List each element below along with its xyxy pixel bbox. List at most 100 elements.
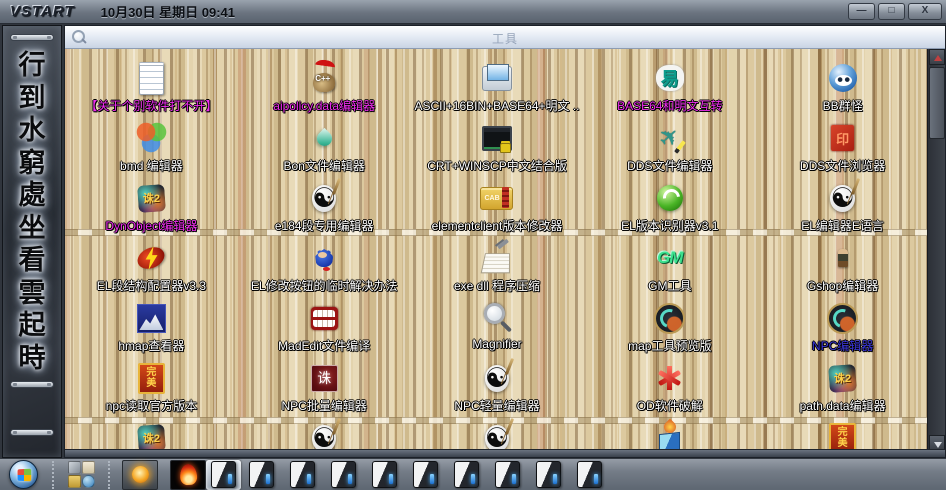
cpp-helmet-icon bbox=[306, 60, 342, 96]
app-item[interactable]: NPC编辑器 bbox=[756, 297, 929, 357]
poem-char: 到 bbox=[19, 83, 46, 116]
taskbar-item-fire-character-app[interactable] bbox=[158, 460, 206, 490]
app-label: e184段专用编辑器 bbox=[275, 217, 374, 234]
app-item[interactable]: hmap查看器 bbox=[65, 297, 238, 357]
red-seal-icon bbox=[825, 120, 861, 156]
sidebar-slider-bottom[interactable] bbox=[10, 429, 54, 436]
zhuxian2-icon bbox=[133, 420, 169, 451]
app-item[interactable]: e184段专用编辑器 bbox=[238, 177, 411, 237]
app-item-partial[interactable] bbox=[583, 417, 756, 451]
quick-launch-icon-2[interactable] bbox=[82, 461, 95, 474]
pc-case-icon bbox=[577, 461, 602, 488]
app-item[interactable]: NPC批量编辑器 bbox=[238, 357, 411, 417]
app-label: path.data编辑器 bbox=[800, 397, 886, 414]
taichi-sword-icon bbox=[306, 180, 342, 216]
pc-case-icon bbox=[454, 461, 479, 488]
app-item-partial[interactable] bbox=[65, 417, 238, 451]
gold-seal-icon bbox=[825, 420, 861, 451]
taichi-sword-icon bbox=[306, 420, 342, 451]
app-item[interactable]: EL编辑器E语言 bbox=[756, 177, 929, 237]
flash-icon bbox=[133, 240, 169, 276]
app-item[interactable]: BASE64和明文互转 bbox=[583, 57, 756, 117]
vertical-scrollbar[interactable] bbox=[927, 49, 945, 451]
app-item[interactable]: OD软件破解 bbox=[583, 357, 756, 417]
taskbar-item-pc-case-app-3[interactable] bbox=[282, 460, 323, 490]
app-item[interactable]: NPC轻量编辑器 bbox=[411, 357, 584, 417]
app-item[interactable]: path.data编辑器 bbox=[756, 357, 929, 417]
app-label: aipolicy.data编辑器 bbox=[273, 97, 375, 114]
app-item[interactable]: Gshop编辑器 bbox=[756, 237, 929, 297]
tools-title: 工具 bbox=[65, 30, 945, 47]
taskbar-item-sun-app[interactable] bbox=[110, 460, 158, 490]
app-item[interactable]: Magnifier bbox=[411, 297, 584, 357]
taskbar-item-windows-start[interactable] bbox=[0, 460, 38, 490]
vstart-logo: VSTART bbox=[10, 3, 75, 20]
icon-grid: 【关于个别软件打不开】 aipolicy.data编辑器 ASCII+16BIN+B… bbox=[65, 49, 929, 451]
scroll-thumb[interactable] bbox=[929, 67, 945, 139]
app-item[interactable]: bmd 编辑器 bbox=[65, 117, 238, 177]
app-item[interactable]: 【关于个别软件打不开】 bbox=[65, 57, 238, 117]
app-item[interactable]: CRT+WINSCP中文结合版 bbox=[411, 117, 584, 177]
panel-bottom-frame bbox=[65, 449, 945, 457]
app-label: NPC轻量编辑器 bbox=[454, 397, 539, 414]
taskbar-item-quick-launch[interactable] bbox=[38, 460, 110, 490]
taskbar-item-pc-case-app-9[interactable] bbox=[528, 460, 569, 490]
taskbar-item-pc-case-app-8[interactable] bbox=[487, 460, 528, 490]
minimize-button[interactable]: — bbox=[848, 3, 875, 20]
pc-case-icon bbox=[249, 461, 274, 488]
cab-archive-icon bbox=[479, 180, 515, 216]
app-item[interactable]: DDS文件浏览器 bbox=[756, 117, 929, 177]
app-item[interactable]: npc读取官方版本 bbox=[65, 357, 238, 417]
taskbar-item-pc-case-app-5[interactable] bbox=[364, 460, 405, 490]
app-item[interactable]: Bon文件编辑器 bbox=[238, 117, 411, 177]
sun-icon bbox=[122, 460, 158, 490]
quick-launch-icon-1[interactable] bbox=[68, 461, 81, 474]
app-item[interactable]: MadEdit文件编译 bbox=[238, 297, 411, 357]
taskbar bbox=[0, 458, 946, 490]
taskbar-item-pc-case-app-10[interactable] bbox=[569, 460, 610, 490]
close-button[interactable]: X bbox=[908, 3, 942, 20]
scroll-up-button[interactable] bbox=[929, 49, 945, 65]
terminal-lock-icon bbox=[479, 120, 515, 156]
taskbar-item-pc-case-app-6[interactable] bbox=[405, 460, 446, 490]
tools-panel: 工具 【关于个别软件打不开】 aipolicy.data编辑器 ASCII+16BI… bbox=[64, 25, 946, 458]
app-item[interactable]: EL版本识别器v3.1 bbox=[583, 177, 756, 237]
fire-character-icon bbox=[170, 460, 206, 490]
app-item-partial[interactable] bbox=[411, 417, 584, 451]
pc-case-icon bbox=[536, 461, 561, 488]
app-item[interactable]: BB群怪 bbox=[756, 57, 929, 117]
app-label: GM工具 bbox=[648, 277, 691, 294]
app-item[interactable]: GM工具 bbox=[583, 237, 756, 297]
taskbar-item-pc-case-app-1[interactable] bbox=[206, 460, 241, 490]
app-label: map工具预览版 bbox=[628, 337, 711, 354]
app-item[interactable]: exe dll 程序压缩 bbox=[411, 237, 584, 297]
taskbar-item-pc-case-app-2[interactable] bbox=[241, 460, 282, 490]
quick-launch-icon-4[interactable] bbox=[82, 475, 95, 488]
app-item[interactable]: aipolicy.data编辑器 bbox=[238, 57, 411, 117]
quick-launch-icon-3[interactable] bbox=[68, 475, 81, 488]
app-item[interactable]: EL段结构配置器v3.3 bbox=[65, 237, 238, 297]
app-label: Magnifier bbox=[472, 337, 521, 351]
taichi-sword-icon bbox=[479, 360, 515, 396]
app-label: Gshop编辑器 bbox=[807, 277, 878, 294]
taskbar-item-pc-case-app-4[interactable] bbox=[323, 460, 364, 490]
gm-letters-icon bbox=[652, 240, 688, 276]
app-item[interactable]: EL修改按钮的临时解决办法 bbox=[238, 237, 411, 297]
sidebar-slider-top[interactable] bbox=[10, 34, 54, 41]
app-item[interactable]: ASCII+16BIN+BASE64+明文 .. bbox=[411, 57, 584, 117]
maximize-button[interactable]: □ bbox=[878, 3, 905, 20]
app-item-partial[interactable] bbox=[238, 417, 411, 451]
windows-orb-icon bbox=[9, 460, 38, 489]
app-item[interactable]: elementclient版本修改器 bbox=[411, 177, 584, 237]
poem-char: 窮 bbox=[19, 148, 46, 181]
zhuxian2-icon bbox=[133, 180, 169, 216]
app-item[interactable]: DynObject编辑器 bbox=[65, 177, 238, 237]
notepad-icon bbox=[133, 60, 169, 96]
blue-face-icon bbox=[825, 60, 861, 96]
app-item[interactable]: DDS文件编辑器 bbox=[583, 117, 756, 177]
taskbar-item-pc-case-app-7[interactable] bbox=[446, 460, 487, 490]
poem-char: 雲 bbox=[19, 278, 46, 311]
app-item-partial[interactable] bbox=[756, 417, 929, 451]
app-item[interactable]: map工具预览版 bbox=[583, 297, 756, 357]
sidebar-slider-middle[interactable] bbox=[10, 381, 54, 388]
